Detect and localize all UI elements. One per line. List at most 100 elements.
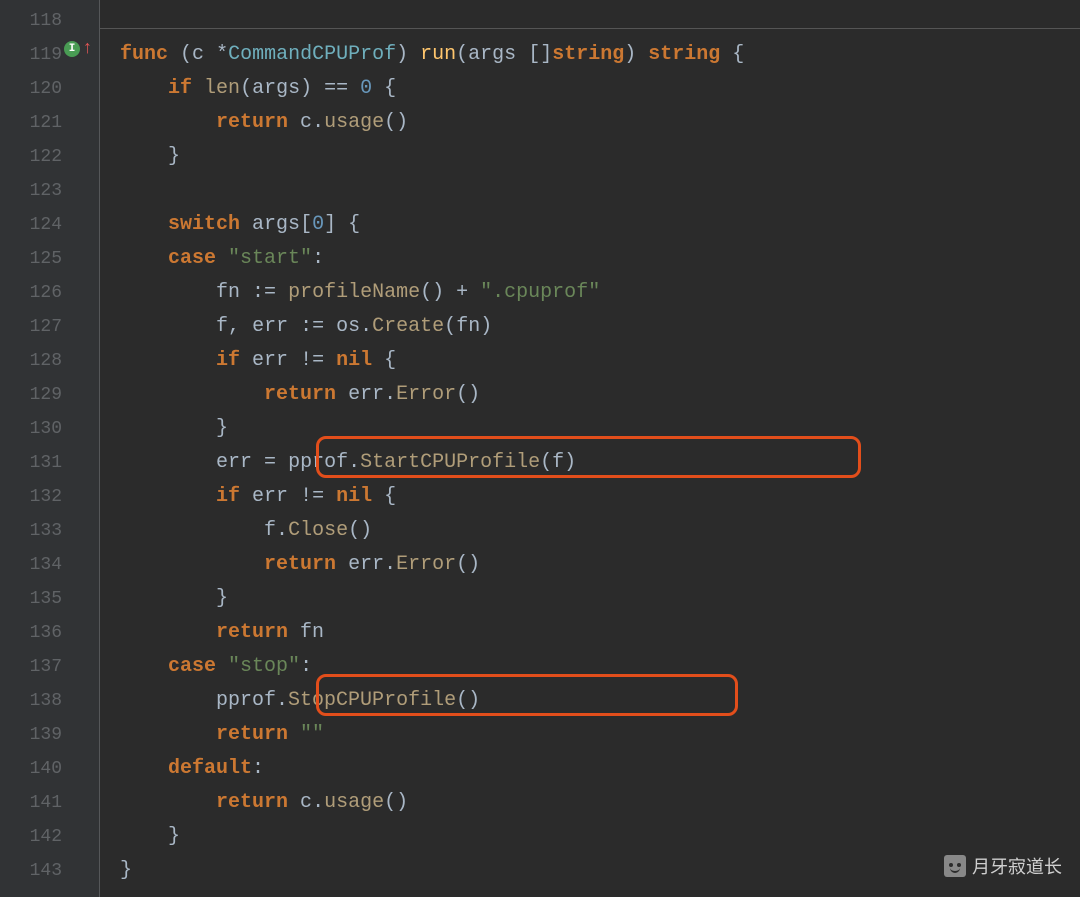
call-Close: Close [288,519,348,542]
string-cpuprof: ".cpuprof" [480,281,600,304]
pointer-star: * [216,43,228,66]
code-line-130[interactable]: } [120,412,1080,446]
code-line-141[interactable]: return c.usage() [120,786,1080,820]
line-number[interactable]: 128 [0,344,100,378]
method-name: run [420,43,456,66]
code-line-119[interactable]: func (c *CommandCPUProf) run(args []stri… [120,38,1080,72]
param-args: args [468,43,516,66]
line-number[interactable]: 125 [0,242,100,276]
keyword-case: case [168,247,216,270]
line-number[interactable]: 129 [0,378,100,412]
var-args: args [252,77,300,100]
code-line-143[interactable]: } [120,854,1080,888]
brace-close: } [168,825,180,848]
line-number[interactable]: 140 [0,752,100,786]
line-number[interactable]: 132 [0,480,100,514]
code-line-125[interactable]: case "start": [120,242,1080,276]
parens: () [348,519,372,542]
keyword-return: return [264,383,336,406]
line-number[interactable]: 138 [0,684,100,718]
method-usage: usage [324,111,384,134]
bracket-close: ] [324,213,336,236]
line-number[interactable]: 120 [0,72,100,106]
line-number[interactable]: 121 [0,106,100,140]
op-ne: != [300,349,324,372]
pkg-os: os [336,315,360,338]
line-number[interactable]: 142 [0,820,100,854]
keyword-default: default [168,757,252,780]
code-area[interactable]: func (c *CommandCPUProf) run(args []stri… [100,0,1080,897]
line-number[interactable]: 141 [0,786,100,820]
gutter-method-marker[interactable]: I ↑ [64,40,93,58]
receiver-c: c [300,111,312,134]
line-number[interactable]: 123 [0,174,100,208]
code-line-133[interactable]: f.Close() [120,514,1080,548]
colon: : [252,757,264,780]
code-line-120[interactable]: if len(args) == 0 { [120,72,1080,106]
var-args: args [252,213,300,236]
code-line-131[interactable]: err = pprof.StartCPUProfile(f) [120,446,1080,480]
watermark: 月牙寂道长 [944,853,1062,879]
var-err: err [252,349,288,372]
line-number[interactable]: 131 [0,446,100,480]
line-number[interactable]: 134 [0,548,100,582]
code-line-134[interactable]: return err.Error() [120,548,1080,582]
code-line-121[interactable]: return c.usage() [120,106,1080,140]
code-line-123[interactable] [120,174,1080,208]
code-line-126[interactable]: fn := profileName() + ".cpuprof" [120,276,1080,310]
call-StopCPUProfile: StopCPUProfile [288,689,456,712]
type-string: string [552,43,624,66]
colon: : [300,655,312,678]
line-number[interactable]: 136 [0,616,100,650]
bracket-open: [ [300,213,312,236]
code-line-139[interactable]: return "" [120,718,1080,752]
editor-separator [100,28,1080,29]
brace-open: { [384,77,396,100]
keyword-return: return [264,553,336,576]
line-number[interactable]: 122 [0,140,100,174]
return-type: string [648,43,720,66]
code-line-129[interactable]: return err.Error() [120,378,1080,412]
line-number[interactable]: 135 [0,582,100,616]
code-line-132[interactable]: if err != nil { [120,480,1080,514]
line-number[interactable]: 127 [0,310,100,344]
line-number[interactable]: 126 [0,276,100,310]
code-line-124[interactable]: switch args[0] { [120,208,1080,242]
var-fn: fn [216,281,240,304]
parens: () [384,111,408,134]
line-number[interactable]: 118 [0,4,100,38]
code-line-137[interactable]: case "stop": [120,650,1080,684]
brace-close: } [216,417,228,440]
comma: , [228,315,240,338]
op-eq: == [324,77,348,100]
var-f: f [264,519,276,542]
code-line-135[interactable]: } [120,582,1080,616]
code-line-142[interactable]: } [120,820,1080,854]
line-number[interactable]: 139 [0,718,100,752]
code-line-122[interactable]: } [120,140,1080,174]
arg-fn: fn [456,315,480,338]
brace-open: { [348,213,360,236]
index-zero: 0 [312,213,324,236]
call-Create: Create [372,315,444,338]
keyword-nil: nil [336,349,372,372]
receiver-var: c [192,43,204,66]
code-line-140[interactable]: default: [120,752,1080,786]
line-number[interactable]: 137 [0,650,100,684]
code-line-127[interactable]: f, err := os.Create(fn) [120,310,1080,344]
line-number[interactable]: 124 [0,208,100,242]
code-line-128[interactable]: if err != nil { [120,344,1080,378]
slice-brackets: [] [528,43,552,66]
keyword-func: func [120,43,168,66]
code-line-136[interactable]: return fn [120,616,1080,650]
var-f: f [216,315,228,338]
line-number[interactable]: 133 [0,514,100,548]
line-number[interactable]: 130 [0,412,100,446]
line-number[interactable]: 143 [0,854,100,888]
code-line-138[interactable]: pprof.StopCPUProfile() [120,684,1080,718]
brace-close: } [168,145,180,168]
code-line-118[interactable] [120,4,1080,38]
interface-impl-icon: I [64,41,80,57]
string-empty: "" [300,723,324,746]
parens: () [456,689,480,712]
